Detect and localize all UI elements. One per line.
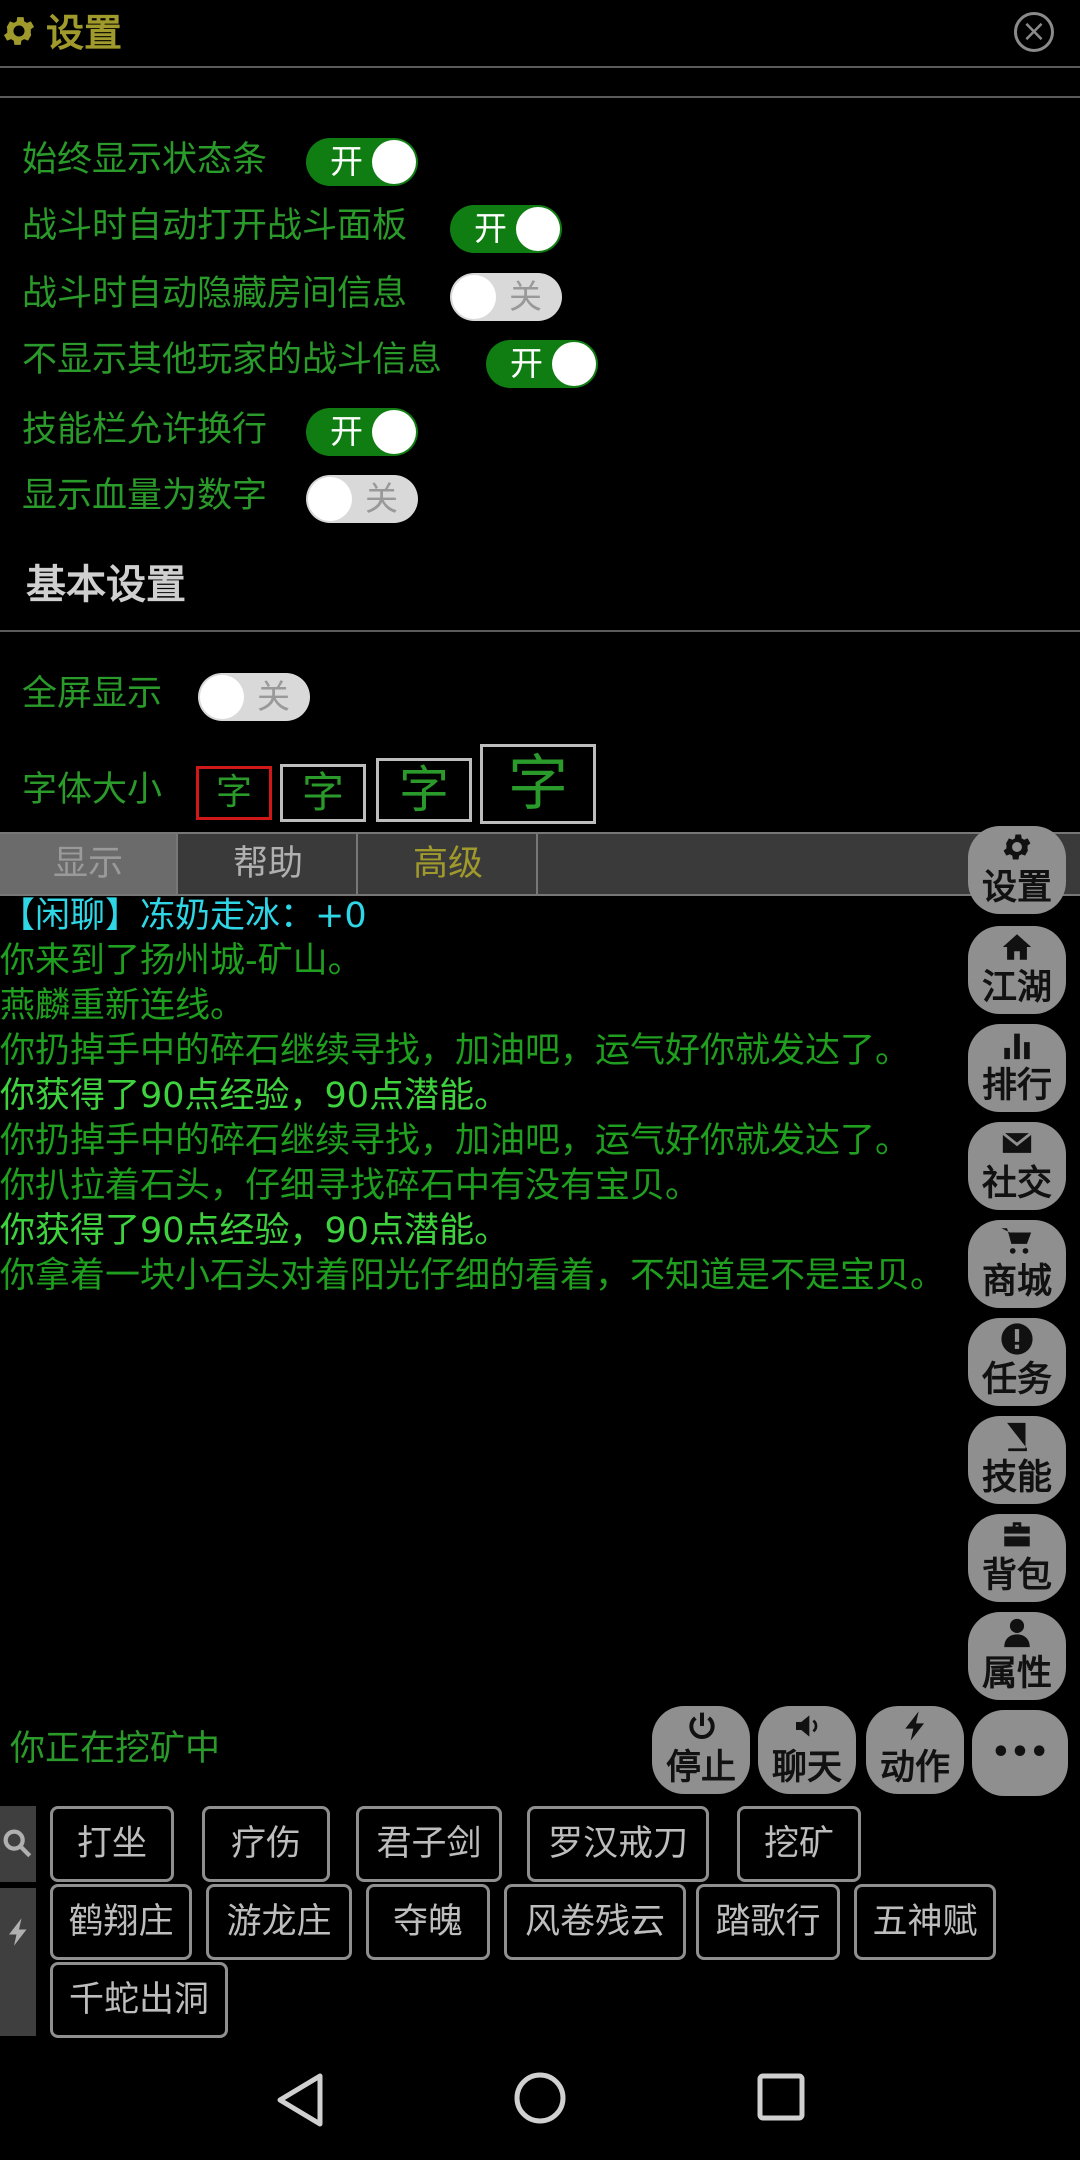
action-button[interactable]: 动作: [866, 1706, 964, 1794]
bar-chart-icon: [1004, 1033, 1030, 1060]
skill-lightning-tab[interactable]: [0, 1888, 36, 2036]
side-button-ranking[interactable]: 排行: [968, 1024, 1066, 1112]
font-size-label: 字体大小: [22, 770, 163, 810]
search-icon: [3, 1829, 32, 1858]
skill-button[interactable]: 五神赋: [854, 1884, 996, 1960]
power-icon: [689, 1712, 715, 1739]
side-button-shop[interactable]: 商城: [968, 1220, 1066, 1308]
back-icon[interactable]: [274, 2070, 326, 2130]
skill-button[interactable]: 千蛇出洞: [50, 1962, 228, 2038]
person-icon: [1004, 1618, 1030, 1648]
toggle-always-show-status[interactable]: 开: [306, 138, 418, 186]
cart-icon: [1001, 1228, 1032, 1254]
lightning-icon: [9, 1918, 27, 1946]
divider: [0, 66, 1080, 68]
side-button-settings[interactable]: 设置: [968, 826, 1066, 914]
chat-button[interactable]: 聊天: [758, 1706, 856, 1794]
divider: [0, 96, 1080, 98]
toggle-auto-hide-room-info[interactable]: 关: [450, 273, 562, 321]
divider: [0, 630, 1080, 632]
home-nav-icon[interactable]: [512, 2070, 568, 2126]
log-line: 你扔掉手中的碎石继续寻找，加油吧，运气好你就发达了。: [0, 1031, 911, 1071]
skill-button[interactable]: 罗汉戒刀: [527, 1806, 709, 1882]
log-line: 你来到了扬州城-矿山。: [0, 941, 363, 981]
skill-button[interactable]: 挖矿: [737, 1806, 861, 1882]
close-button[interactable]: ×: [1014, 12, 1054, 52]
toggle-hide-others-battle-info[interactable]: 开: [486, 340, 598, 388]
page-title: 设置: [46, 11, 123, 55]
toggle-fullscreen[interactable]: 关: [198, 673, 310, 721]
skill-button[interactable]: 疗伤: [202, 1806, 330, 1882]
skill-button[interactable]: 打坐: [50, 1806, 174, 1882]
log-line: 你获得了90点经验，90点潜能。: [0, 1211, 510, 1251]
log-line: 你扔掉手中的碎石继续寻找，加油吧，运气好你就发达了。: [0, 1121, 911, 1161]
skill-button[interactable]: 风卷残云: [504, 1884, 686, 1960]
fullscreen-label: 全屏显示: [22, 674, 163, 714]
close-icon: ×: [1021, 14, 1047, 49]
side-button-bag[interactable]: 背包: [968, 1514, 1066, 1602]
status-text: 你正在挖矿中: [10, 1729, 221, 1769]
font-size-option-small[interactable]: 字: [196, 766, 272, 820]
log-line: 你扒拉着石头，仔细寻找碎石中有没有宝贝。: [0, 1166, 701, 1206]
toggle-label: 不显示其他玩家的战斗信息: [22, 340, 443, 380]
gear-icon: [3, 17, 35, 45]
side-button-quest[interactable]: 任务: [968, 1318, 1066, 1406]
toggle-label: 始终显示状态条: [22, 140, 268, 180]
system-nav-bar: [0, 2040, 1080, 2160]
home-icon: [1002, 934, 1032, 960]
lightning-icon: [905, 1711, 924, 1741]
side-button-skills[interactable]: 技能: [968, 1416, 1066, 1504]
skill-button[interactable]: 鹤翔庄: [50, 1884, 192, 1960]
gear-icon: [1003, 834, 1031, 860]
side-button-jianghu[interactable]: 江湖: [968, 926, 1066, 1014]
font-size-option-large[interactable]: 字: [376, 758, 472, 822]
log-line: 燕麟重新连线。: [0, 986, 246, 1026]
toggle-label: 技能栏允许换行: [22, 410, 268, 450]
log-line: 你获得了90点经验，90点潜能。: [0, 1076, 510, 1116]
briefcase-icon: [1004, 1522, 1030, 1547]
skill-button[interactable]: 踏歌行: [696, 1884, 840, 1960]
skill-button[interactable]: 君子剑: [356, 1806, 502, 1882]
tab-help[interactable]: 帮助: [180, 834, 358, 894]
skill-search-tab[interactable]: [0, 1806, 36, 1882]
toggle-label: 战斗时自动隐藏房间信息: [22, 274, 408, 314]
tab-display[interactable]: 显示: [0, 834, 178, 894]
recents-icon[interactable]: [756, 2072, 806, 2122]
skill-button[interactable]: 游龙庄: [206, 1884, 352, 1960]
font-size-option-xlarge[interactable]: 字: [480, 744, 596, 824]
toggle-label: 战斗时自动打开战斗面板: [22, 206, 408, 246]
toggle-hp-as-number[interactable]: 关: [306, 475, 418, 523]
tab-advanced[interactable]: 高级: [360, 834, 538, 894]
toggle-skillbar-wrap[interactable]: 开: [306, 408, 418, 456]
tab-bar: 显示 帮助 高级: [0, 832, 1080, 896]
log-line: 你拿着一块小石头对着阳光仔细的看着，不知道是不是宝贝。: [0, 1256, 946, 1296]
book-icon: [1007, 1422, 1027, 1452]
exclamation-icon: [1001, 1323, 1033, 1355]
envelope-icon: [1001, 1131, 1033, 1153]
side-button-social[interactable]: 社交: [968, 1122, 1066, 1210]
skill-button[interactable]: 夺魄: [366, 1884, 490, 1960]
toggle-label: 显示血量为数字: [22, 476, 268, 516]
toggle-auto-open-battle-panel[interactable]: 开: [450, 205, 562, 253]
log-line: 【闲聊】冻奶走冰：+0: [0, 896, 367, 936]
more-button[interactable]: •••: [972, 1710, 1068, 1796]
section-title: 基本设置: [26, 562, 186, 608]
side-button-attributes[interactable]: 属性: [968, 1612, 1066, 1700]
speaker-icon: [796, 1715, 818, 1737]
stop-button[interactable]: 停止: [652, 1706, 750, 1794]
font-size-option-medium[interactable]: 字: [280, 764, 366, 822]
